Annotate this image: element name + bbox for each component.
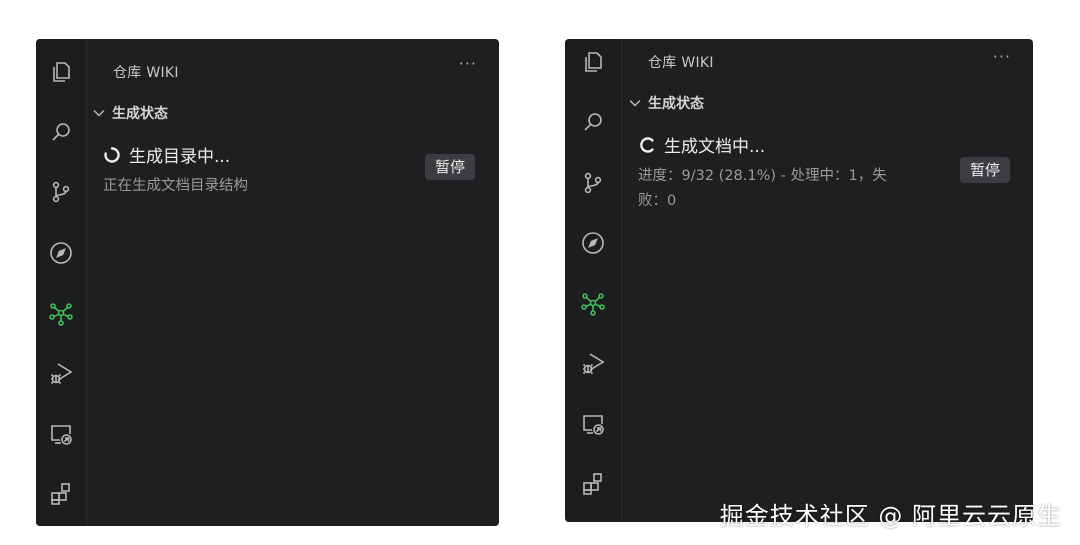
- wiki-graph-icon[interactable]: [580, 290, 606, 316]
- status-detail-line2: 败：0: [638, 193, 677, 209]
- watermark: 掘金技术社区 @ 阿里云云原生: [719, 502, 1062, 530]
- more-actions-icon[interactable]: ···: [459, 54, 477, 73]
- search-icon[interactable]: [48, 119, 74, 145]
- source-control-icon[interactable]: [48, 179, 74, 205]
- chevron-down-icon: [93, 110, 105, 117]
- source-control-icon[interactable]: [580, 170, 606, 196]
- status-row: 生成文档中...: [638, 132, 765, 157]
- wiki-graph-icon[interactable]: [48, 300, 74, 326]
- explorer-icon[interactable]: [48, 59, 74, 85]
- status-row: 生成目录中...: [103, 142, 230, 167]
- panel-title: 仓库 WIKI: [113, 65, 179, 81]
- compass-icon[interactable]: [48, 240, 74, 266]
- loading-spinner-icon: [104, 146, 120, 163]
- section-header[interactable]: 生成状态: [92, 103, 168, 123]
- activity-bar: [565, 39, 622, 522]
- status-detail: 正在生成文档目录结构: [103, 178, 248, 194]
- status-text: 生成目录中...: [129, 147, 231, 167]
- wiki-panel-right: 仓库 WIKI ··· 生成状态 生成文档中... 进度：9/32 (28.1%…: [565, 39, 1033, 522]
- section-title: 生成状态: [112, 106, 168, 122]
- panel-title: 仓库 WIKI: [648, 55, 714, 71]
- extensions-icon[interactable]: [580, 471, 606, 497]
- run-debug-icon[interactable]: [580, 350, 606, 376]
- wiki-panel-left: 仓库 WIKI ··· 生成状态 生成目录中... 正在生成文档目录结构 暂停: [36, 39, 499, 526]
- chevron-down-icon: [629, 100, 641, 107]
- pause-button[interactable]: 暂停: [425, 154, 476, 180]
- loading-spinner-icon: [640, 136, 654, 153]
- remote-explorer-icon[interactable]: [48, 421, 74, 447]
- more-actions-icon[interactable]: ···: [993, 47, 1011, 66]
- activity-bar: [36, 39, 87, 526]
- remote-explorer-icon[interactable]: [580, 411, 606, 437]
- compass-icon[interactable]: [580, 230, 606, 256]
- explorer-icon[interactable]: [580, 49, 606, 75]
- pause-button[interactable]: 暂停: [960, 157, 1011, 183]
- sidebar: 仓库 WIKI ··· 生成状态 生成文档中... 进度：9/32 (28.1%…: [622, 39, 1033, 522]
- sidebar: 仓库 WIKI ··· 生成状态 生成目录中... 正在生成文档目录结构 暂停: [87, 39, 499, 526]
- search-icon[interactable]: [580, 109, 606, 135]
- status-text: 生成文档中...: [664, 137, 766, 157]
- extensions-icon[interactable]: [48, 481, 74, 507]
- status-detail-line1: 进度：9/32 (28.1%) - 处理中：1，失: [638, 168, 887, 184]
- run-debug-icon[interactable]: [48, 360, 74, 386]
- section-header[interactable]: 生成状态: [628, 93, 704, 113]
- section-title: 生成状态: [648, 96, 704, 112]
